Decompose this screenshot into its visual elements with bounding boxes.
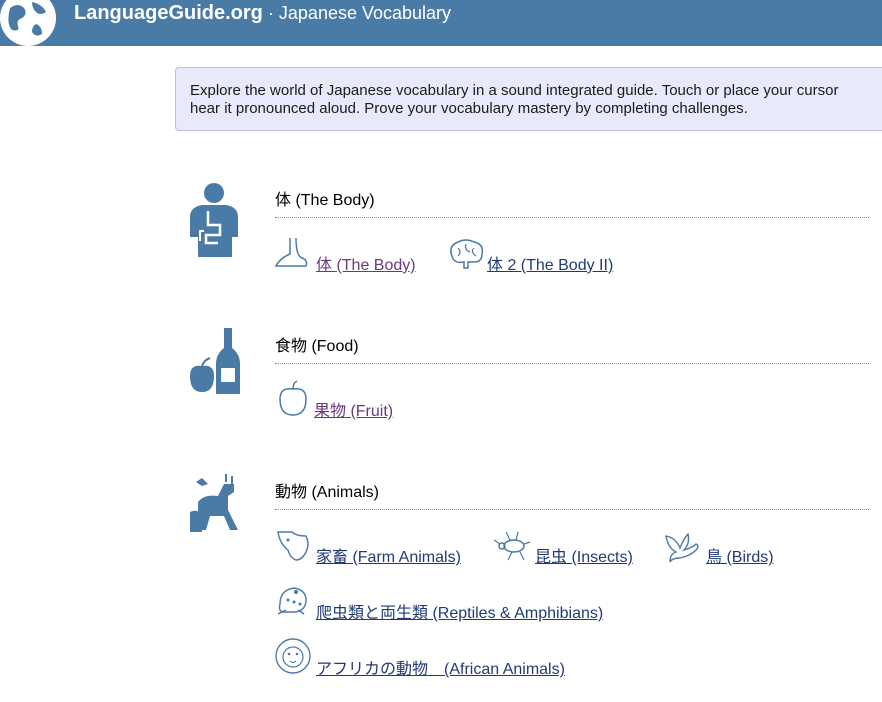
brand-name[interactable]: LanguageGuide.org: [74, 2, 263, 24]
globe-icon[interactable]: [0, 0, 64, 48]
link-african-animals[interactable]: アフリカの動物 (African Animals): [316, 655, 565, 679]
cow-icon[interactable]: [274, 528, 312, 564]
frog-icon[interactable]: [274, 582, 312, 620]
link-the-body-2[interactable]: 体 2 (The Body II): [487, 251, 613, 275]
brand-separator: ·: [262, 3, 279, 23]
link-farm-animals[interactable]: 家畜 (Farm Animals): [316, 543, 461, 567]
category-divider: [275, 363, 869, 364]
foot-icon[interactable]: [274, 236, 314, 272]
link-the-body[interactable]: 体 (The Body): [316, 251, 416, 275]
link-reptiles-amphibians[interactable]: 爬虫類と両生類 (Reptiles & Amphibians): [316, 599, 603, 623]
category-title-animals: 動物 (Animals): [275, 484, 380, 501]
link-insects[interactable]: 昆虫 (Insects): [535, 543, 633, 567]
bird-icon[interactable]: [664, 530, 704, 564]
intro-line-2: hear it pronounced aloud. Prove your voc…: [190, 100, 748, 117]
link-fruit[interactable]: 果物 (Fruit): [314, 397, 393, 421]
human-body-icon: [190, 183, 238, 257]
page-subtitle: Japanese Vocabulary: [278, 3, 452, 23]
food-icon: [190, 328, 240, 394]
site-header: LanguageGuide.org · Japanese Vocabulary: [0, 0, 882, 46]
lion-icon[interactable]: [274, 636, 312, 676]
insect-icon[interactable]: [492, 530, 532, 562]
brain-icon[interactable]: [446, 238, 486, 272]
site-brand[interactable]: LanguageGuide.org · Japanese Vocabulary: [74, 2, 451, 25]
category-divider: [275, 509, 869, 510]
animals-icon: [190, 474, 238, 532]
intro-box: Explore the world of Japanese vocabulary…: [175, 67, 882, 131]
link-birds[interactable]: 鳥 (Birds): [706, 543, 774, 567]
apple-icon[interactable]: [276, 379, 310, 417]
intro-line-1: Explore the world of Japanese vocabulary…: [190, 82, 839, 99]
category-divider: [275, 217, 869, 218]
category-title-body: 体 (The Body): [275, 192, 375, 209]
category-title-food: 食物 (Food): [275, 338, 359, 355]
